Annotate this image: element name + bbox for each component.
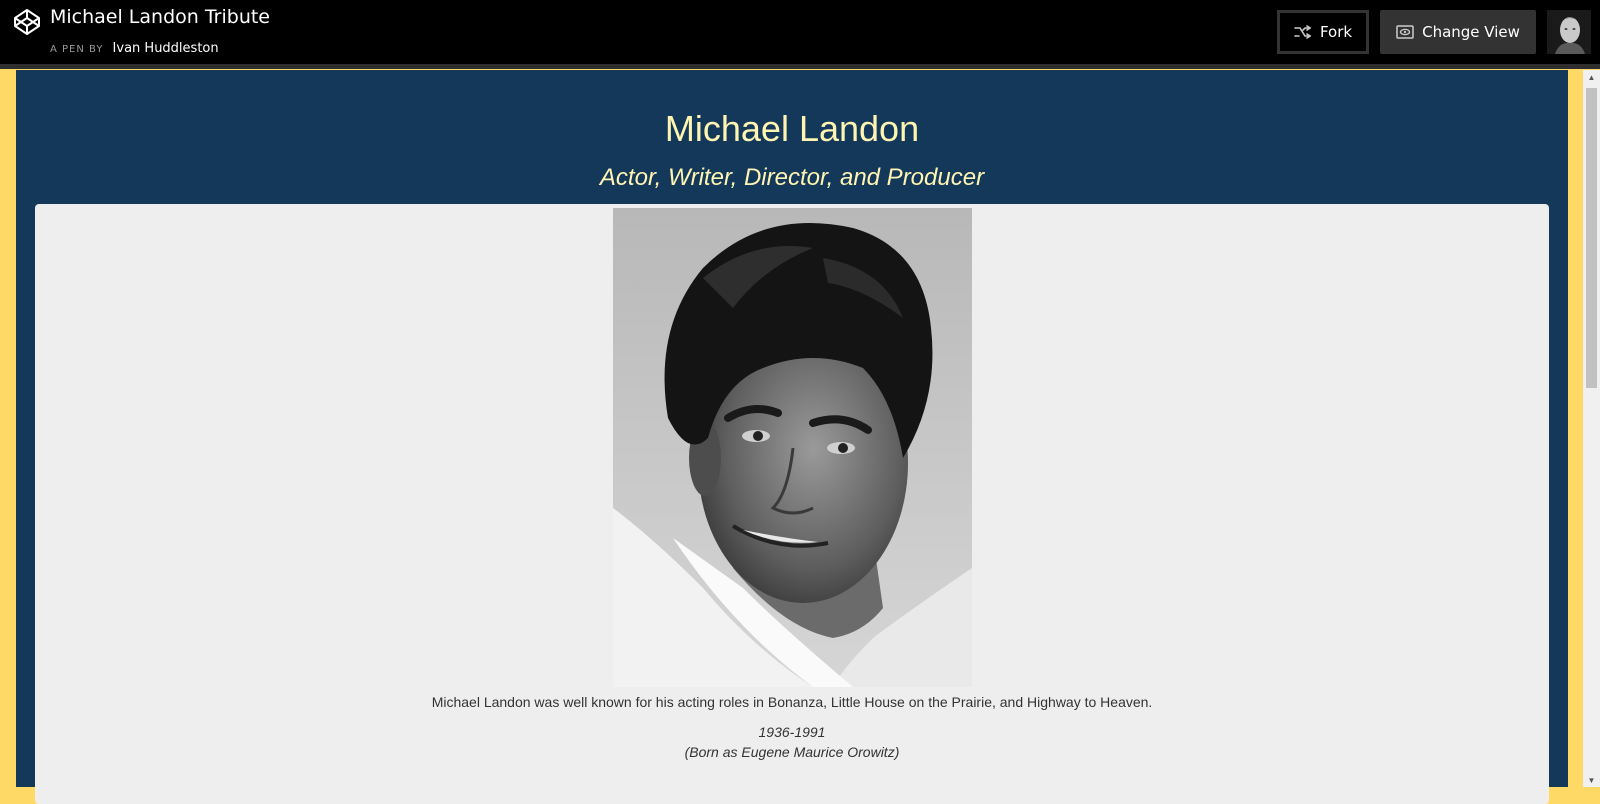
fork-icon: [1294, 25, 1312, 39]
caption-text: Michael Landon was well known for his ac…: [431, 694, 1153, 710]
scroll-up-arrow-icon[interactable]: ▲: [1583, 70, 1600, 84]
scroll-down-arrow-icon[interactable]: ▼: [1583, 773, 1600, 787]
fork-button[interactable]: Fork: [1277, 10, 1369, 54]
page-title: Michael Landon: [664, 108, 920, 149]
image-card: Michael Landon was well known for his ac…: [35, 204, 1549, 804]
eye-icon: [1396, 25, 1414, 39]
pen-by-label: A PEN BY: [50, 44, 104, 55]
page-subtitle: Actor, Writer, Director, and Producer: [599, 164, 985, 191]
life-years: 1936-1991: [758, 724, 826, 740]
portrait-image: [613, 208, 972, 687]
birth-name: (Born as Eugene Maurice Orowitz): [684, 744, 900, 760]
author-link[interactable]: Ivan Huddleston: [113, 41, 219, 56]
codepen-header: Michael Landon Tribute A PEN BY Ivan Hud…: [0, 0, 1600, 64]
avatar[interactable]: [1547, 10, 1591, 54]
scrollbar-thumb[interactable]: [1586, 88, 1597, 388]
pen-title: Michael Landon Tribute: [50, 6, 270, 28]
vertical-scrollbar[interactable]: ▲ ▼: [1583, 70, 1600, 787]
codepen-logo-icon[interactable]: [13, 8, 41, 36]
tribute-page: Michael Landon Actor, Writer, Director, …: [16, 70, 1568, 804]
change-view-button[interactable]: Change View: [1380, 10, 1536, 54]
header-divider: [0, 64, 1600, 69]
pen-author-line: A PEN BY Ivan Huddleston: [50, 37, 219, 56]
fork-label: Fork: [1319, 23, 1353, 41]
change-view-label: Change View: [1422, 23, 1520, 41]
